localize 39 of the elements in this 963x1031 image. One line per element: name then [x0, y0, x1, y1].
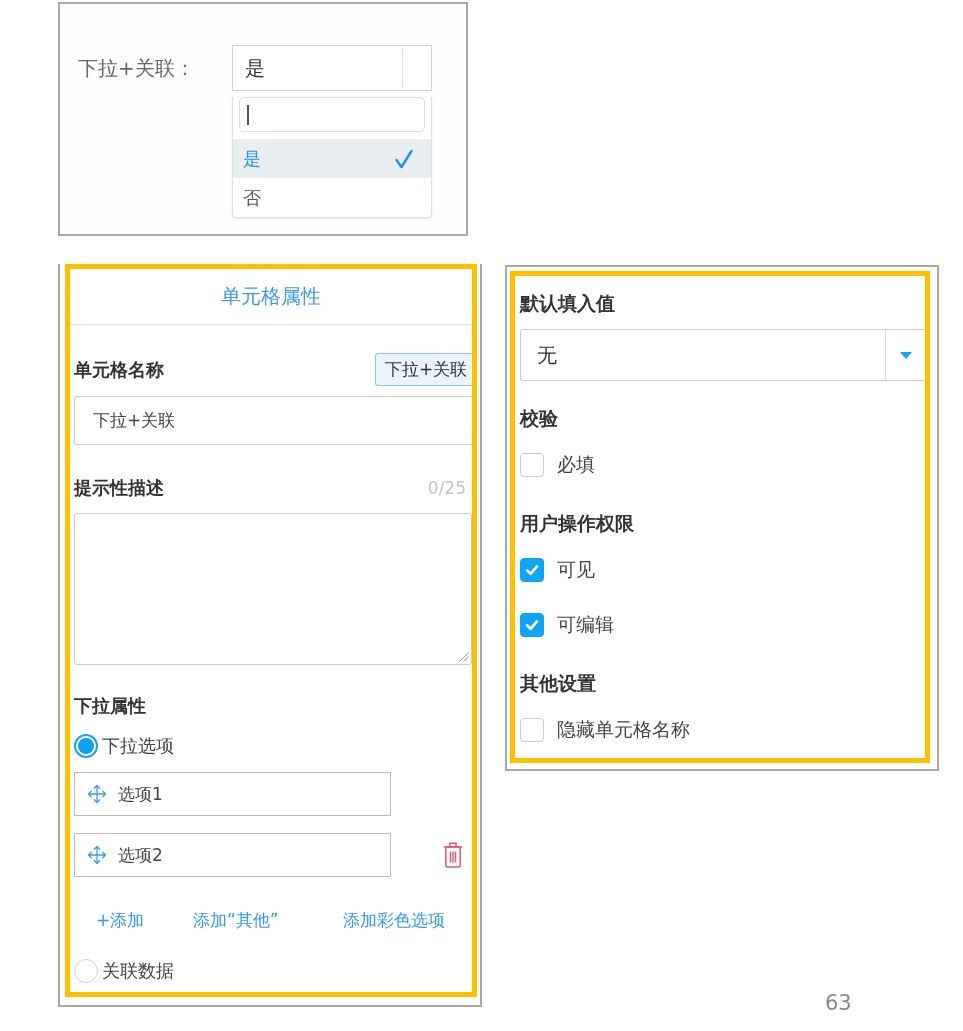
section-heading: 其他设置	[520, 671, 597, 696]
radio-label: 关联数据	[102, 959, 174, 983]
checkbox-label: 隐藏单元格名称	[557, 717, 690, 742]
field-label: 单元格名称	[74, 357, 164, 382]
default-value-select[interactable]: 无	[520, 329, 925, 381]
resize-handle-icon[interactable]	[459, 652, 469, 662]
character-counter: 0/25	[427, 478, 467, 498]
dropdown-option[interactable]: 否	[233, 178, 431, 217]
section-heading: 校验	[520, 406, 559, 431]
checkbox[interactable]	[520, 453, 544, 477]
checkbox[interactable]	[520, 613, 544, 637]
field-label: 提示性描述	[74, 476, 164, 500]
panel-header: 单元格属性	[70, 269, 472, 325]
move-icon[interactable]	[87, 784, 107, 804]
section-heading: 下拉属性	[74, 694, 147, 718]
checkbox[interactable]	[520, 558, 544, 582]
trash-icon[interactable]	[443, 842, 463, 868]
field-label: 默认填入值	[520, 291, 616, 316]
option-input[interactable]: 选项2	[74, 833, 391, 877]
check-icon	[395, 148, 413, 169]
field-label: 下拉+关联：	[77, 55, 196, 82]
search-field[interactable]	[239, 97, 425, 132]
name-input[interactable]: 下拉+关联	[74, 396, 472, 445]
radio-label: 下拉选项	[102, 734, 174, 758]
option-input[interactable]: 选项1	[74, 772, 391, 816]
checkbox-label: 可编辑	[557, 612, 614, 637]
radio-button[interactable]	[74, 734, 98, 758]
select-field[interactable]: 是	[232, 45, 432, 91]
check-icon	[524, 562, 540, 578]
type-tag: 下拉+关联	[375, 353, 472, 386]
caret-icon[interactable]	[899, 351, 912, 359]
checkbox[interactable]	[520, 718, 544, 742]
checkbox-label: 可见	[557, 557, 595, 582]
check-icon	[524, 617, 540, 633]
section-heading: 用户操作权限	[520, 511, 635, 536]
move-icon[interactable]	[87, 845, 107, 865]
checkbox-label: 必填	[557, 452, 595, 477]
radio-button[interactable]	[74, 959, 98, 983]
page-number: 63	[825, 992, 852, 1014]
